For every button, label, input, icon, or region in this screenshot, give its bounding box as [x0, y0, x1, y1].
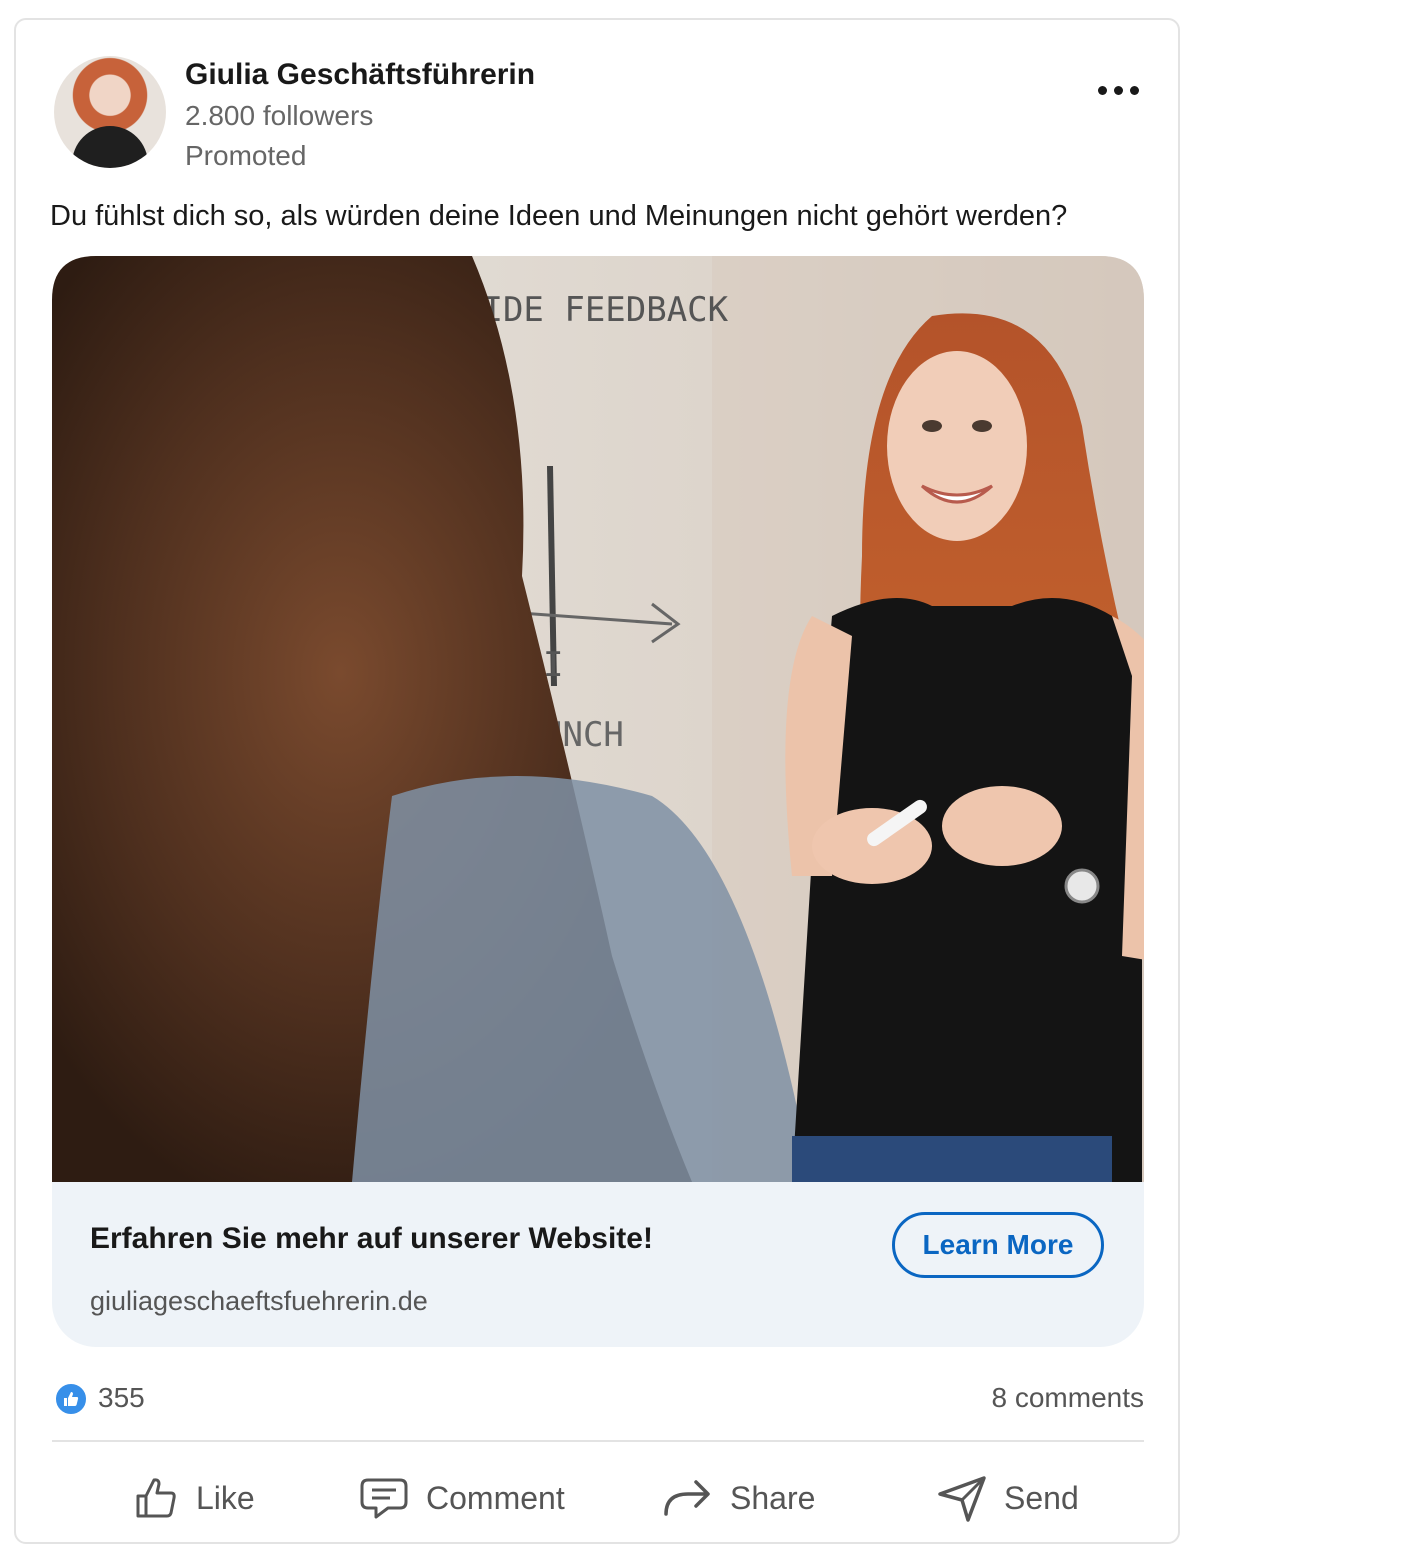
send-paper-plane-icon [938, 1476, 986, 1522]
cta-url[interactable]: giuliageschaeftsfuehrerin.de [90, 1286, 428, 1317]
social-counts: 355 8 comments [52, 1380, 1144, 1420]
author-avatar[interactable] [54, 56, 166, 168]
send-button[interactable]: Send [936, 1450, 1079, 1546]
share-button[interactable]: Share [662, 1450, 815, 1546]
cta-headline[interactable]: Erfahren Sie mehr auf unserer Website! [90, 1222, 653, 1256]
learn-more-button[interactable]: Learn More [892, 1212, 1104, 1278]
follower-count: 2.800 followers [185, 100, 374, 131]
author-name[interactable]: Giulia Geschäftsführerin [185, 58, 535, 92]
promoted-label: Promoted [185, 140, 307, 171]
share-label: Share [730, 1479, 816, 1516]
post-card: Giulia Geschäftsführerin 2.800 followers… [14, 18, 1180, 1544]
reaction-count[interactable]: 355 [98, 1382, 145, 1414]
send-label: Send [1004, 1479, 1079, 1516]
thumbs-up-icon [136, 1478, 176, 1518]
comment-button[interactable]: Comment [358, 1450, 565, 1546]
action-bar: Like Comment Share Send [52, 1450, 1144, 1546]
cta-bar[interactable]: Erfahren Sie mehr auf unserer Website! g… [52, 1182, 1144, 1347]
comment-label: Comment [426, 1479, 565, 1516]
photo-woman-at-whiteboard-icon: VIDE FEEDBACK API UNCH [52, 256, 1144, 1182]
divider [52, 1440, 1144, 1442]
whiteboard-text: VIDE FEEDBACK [462, 290, 729, 330]
like-button[interactable]: Like [132, 1450, 255, 1546]
comment-count[interactable]: 8 comments [992, 1382, 1145, 1414]
share-arrow-icon [664, 1480, 710, 1516]
post-image[interactable]: VIDE FEEDBACK API UNCH [52, 256, 1144, 1182]
more-options-icon[interactable] [1090, 76, 1146, 104]
post-header: Giulia Geschäftsführerin 2.800 followers… [52, 54, 1152, 174]
like-label: Like [196, 1479, 255, 1516]
post-text: Du fühlst dich so, als würden deine Idee… [50, 200, 1068, 232]
like-reaction-icon[interactable] [54, 1382, 88, 1416]
comment-icon [360, 1478, 408, 1519]
